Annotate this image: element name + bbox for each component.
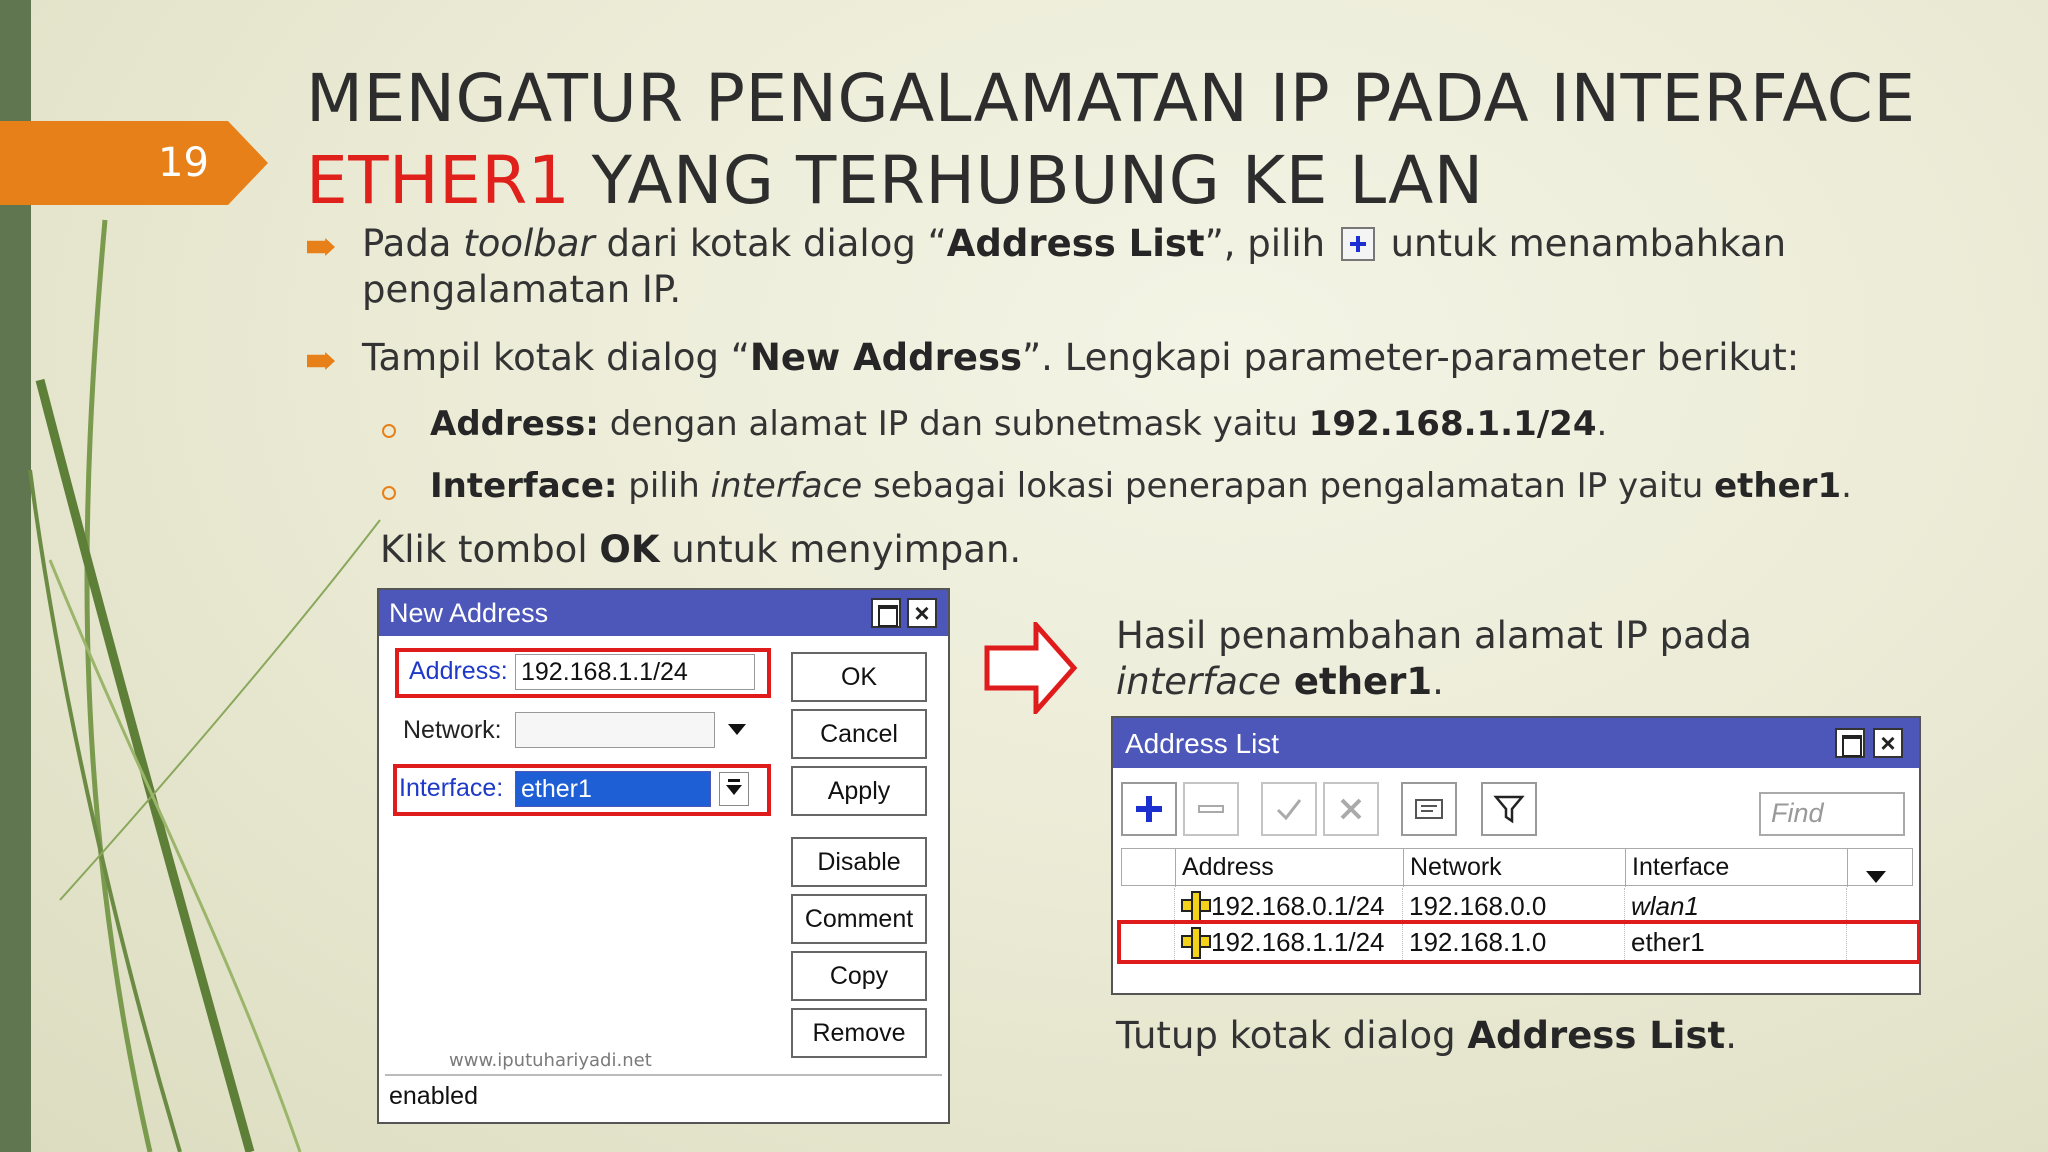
b2-post: ”. Lengkapi parameter-parameter berikut: [1022,336,1800,379]
result-end: . [1432,660,1444,703]
ip-address-icon [1181,891,1211,923]
watermark: www.iputuhariyadi.net [449,1050,652,1071]
closing-pre: Tutup kotak dialog [1116,1014,1468,1057]
s2-value: ether1 [1714,466,1842,506]
result-italic: interface [1116,660,1282,703]
s1-value: 192.168.1.1/24 [1308,404,1597,444]
close-icon[interactable]: × [907,598,937,628]
b1-mid: dari kotak dialog “ [594,222,947,265]
network-field[interactable] [515,712,715,748]
address-field[interactable]: 192.168.1.1/24 [515,654,755,690]
address-list-title: Address List [1125,728,1280,759]
sub-bullet-circle-icon [382,424,396,438]
apply-button[interactable]: Apply [791,766,927,816]
b1-bold: Address List [946,222,1205,265]
filter-icon[interactable] [1481,782,1537,836]
closing-end: . [1725,1014,1737,1057]
network-label: Network: [403,716,502,744]
status-divider [385,1074,942,1076]
bullet-2: Tampil kotak dialog “New Address”. Lengk… [362,336,1799,379]
s2-end: . [1841,466,1852,506]
sub-bullet-interface: Interface: pilih interface sebagai lokas… [430,466,1852,506]
b1-end: untuk menambahkan [1390,222,1787,265]
s2-text: pilih [617,466,711,506]
address-label: Address: [409,657,508,685]
interface-select[interactable]: ether1 [515,771,711,807]
s1-bold: Address: [430,404,599,444]
row-flag-cell [1121,888,1175,924]
enable-icon[interactable] [1261,782,1317,836]
result-line-1: Hasil penambahan alamat IP pada [1116,614,1752,657]
ether1-row-highlight-frame [1117,920,1919,964]
page-number: 19 [158,140,209,186]
maximize-icon[interactable] [871,598,901,628]
plus-icon [1340,227,1375,261]
row-address-cell: 192.168.0.1/24 [1175,888,1403,924]
result-bold: ether1 [1281,660,1433,703]
copy-button[interactable]: Copy [791,951,927,1001]
status-text: enabled [389,1082,478,1110]
network-dropdown-arrow-icon[interactable] [728,724,746,735]
bullet-1-line-1: Pada toolbar dari kotak dialog “Address … [362,222,1786,265]
bullet-arrow-icon [307,238,335,256]
bullet-arrow-icon [307,352,335,370]
s1-text: dengan alamat IP dan subnetmask yaitu [598,404,1309,444]
s2-bold: Interface: [430,466,618,506]
comment-button[interactable]: Comment [791,894,927,944]
new-address-dialog: New Address × Address: 192.168.1.1/24 Ne… [377,588,950,1124]
closing-instruction: Tutup kotak dialog Address List. [1116,1014,1737,1057]
page-number-tab [0,121,268,205]
row-interface: wlan1 [1625,888,1847,924]
maximize-icon[interactable] [1835,728,1865,758]
b2-bold: New Address [749,336,1023,379]
remove-button[interactable]: Remove [791,1008,927,1058]
bullet-1-line-2: pengalamatan IP. [362,268,682,311]
title-line-2-rest: YANG TERHUBUNG KE LAN [570,142,1484,219]
b1-italic: toolbar [463,222,595,265]
result-line-2: interface ether1. [1116,660,1444,703]
find-input[interactable]: Find [1759,792,1905,836]
address-list-window: Address List × Find Address Network Inte… [1111,716,1921,995]
close-icon[interactable]: × [1873,728,1903,758]
disable-button[interactable]: Disable [791,837,927,887]
row-address: 192.168.0.1/24 [1211,891,1385,921]
b1-pre: Pada [362,222,464,265]
klik-post: untuk menyimpan. [659,528,1022,571]
column-menu-icon[interactable] [1858,849,1898,887]
klik-ok-instruction: Klik tombol OK untuk menyimpan. [380,528,1021,571]
s2-text2: sebagai lokasi penerapan pengalamatan IP… [862,466,1715,506]
b2-pre: Tampil kotak dialog “ [362,336,750,379]
sub-bullet-address: Address: dengan alamat IP dan subnetmask… [430,404,1607,444]
header-flag-col [1122,849,1176,887]
remove-icon[interactable] [1183,782,1239,836]
title-line-1: MENGATUR PENGALAMATAN IP PADA INTERFACE [306,60,1916,137]
new-address-titlebar: New Address × [379,590,948,636]
klik-bold: OK [599,528,660,571]
slide-title: MENGATUR PENGALAMATAN IP PADA INTERFACE … [306,58,1916,222]
closing-bold: Address List [1467,1014,1726,1057]
address-list-titlebar: Address List × [1113,718,1919,768]
s1-end: . [1596,404,1608,444]
ok-button[interactable]: OK [791,652,927,702]
add-icon[interactable] [1121,782,1177,836]
comment-icon[interactable] [1401,782,1457,836]
cancel-button[interactable]: Cancel [791,709,927,759]
s2-italic: interface [710,466,863,506]
row-network: 192.168.0.0 [1403,888,1625,924]
sub-bullet-circle-icon [382,486,396,500]
klik-pre: Klik tombol [380,528,600,571]
b1-post: ”, pilih [1204,222,1326,265]
table-row[interactable]: 192.168.0.1/24 192.168.0.0 wlan1 [1121,888,1913,924]
title-line-2: ETHER1 YANG TERHUBUNG KE LAN [306,140,1916,222]
disable-icon[interactable] [1323,782,1379,836]
header-interface[interactable]: Interface [1626,849,1848,887]
new-address-title: New Address [389,598,549,628]
header-address[interactable]: Address [1176,849,1404,887]
interface-dropdown-icon[interactable] [719,772,749,806]
table-header: Address Network Interface [1121,848,1913,887]
right-arrow-icon [984,622,1078,714]
header-network[interactable]: Network [1404,849,1626,887]
title-red-word: ETHER1 [306,142,571,219]
interface-label: Interface: [399,774,504,802]
